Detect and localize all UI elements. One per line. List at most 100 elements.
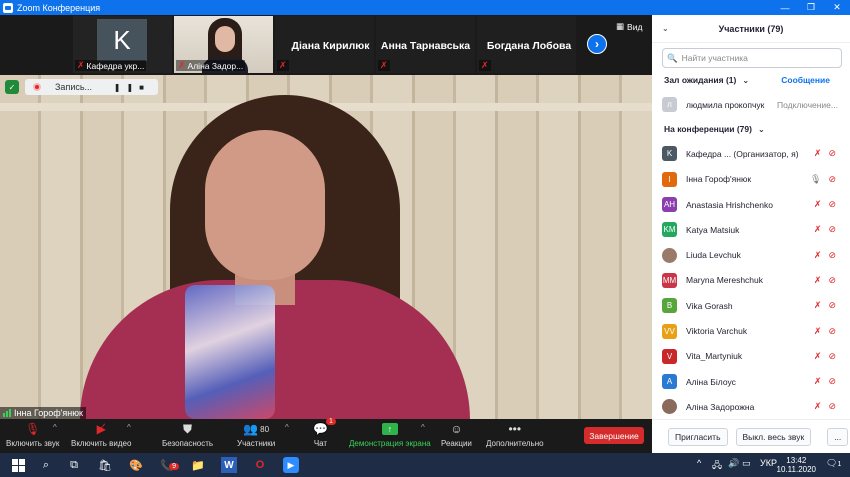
collapse-panel-icon[interactable]: ⌄ <box>662 24 669 33</box>
emoji-icon: ☺ <box>450 422 463 436</box>
list-item[interactable]: л людмила прокопчук Подключение... <box>652 92 850 117</box>
mic-muted-icon: ✗ <box>279 60 287 70</box>
next-page-button[interactable]: › <box>587 34 607 54</box>
maximize-button[interactable]: ❐ <box>798 0 824 15</box>
video-off-icon: ⊘ <box>828 224 836 235</box>
participant-name: Аліна Задорожна <box>686 401 755 412</box>
avatar: VV <box>662 323 677 339</box>
participant-row[interactable]: B Vika Gorash ✗ ⊘ <box>652 293 850 318</box>
participants-button[interactable]: 👥 80 Участники <box>237 421 275 448</box>
zoom-logo-icon <box>3 2 13 13</box>
close-button[interactable]: ✕ <box>824 0 850 15</box>
unmute-button[interactable]: 🎙 Включить звук <box>6 421 59 448</box>
video-thumb[interactable]: K ✗ Кафедра укр... <box>73 16 172 73</box>
recording-indicator: Запись... ❚❚■ <box>25 79 158 95</box>
battery-icon[interactable]: ▭ <box>742 458 751 469</box>
opera-icon[interactable]: O <box>252 457 268 473</box>
video-off-icon: ⊘ <box>828 325 836 336</box>
participant-row[interactable]: MM Maryna Mereshchuk ✗ ⊘ <box>652 268 850 293</box>
mic-muted-icon: ✗ <box>813 350 822 361</box>
video-thumb[interactable]: Діана Кирилюк ✗ <box>275 16 374 73</box>
search-icon[interactable]: ⌕ <box>38 457 54 473</box>
start-video-button[interactable]: ▶̸ Включить видео <box>71 421 131 448</box>
mic-on-icon: 🎙 <box>810 173 822 184</box>
volume-icon[interactable]: 🔊 <box>728 458 739 469</box>
network-icon[interactable]: 🖧 <box>712 458 722 474</box>
share-screen-button[interactable]: ↑ Демонстрация экрана <box>349 421 431 448</box>
participant-row[interactable]: Аліна Задорожна ✗ ⊘ <box>652 394 850 419</box>
avatar: K <box>662 146 677 162</box>
participant-row[interactable]: KM Katya Matsiuk ✗ ⊘ <box>652 217 850 242</box>
avatar: A <box>662 374 677 390</box>
participants-options-caret[interactable]: ^ <box>285 423 289 432</box>
shield-icon[interactable]: ✓ <box>5 80 19 94</box>
mic-muted-icon: ✗ <box>77 60 85 70</box>
video-off-icon: ▶̸ <box>96 422 106 436</box>
video-options-caret[interactable]: ^ <box>127 423 131 432</box>
record-icon <box>33 83 41 91</box>
mic-muted-icon: ✗ <box>813 249 822 260</box>
zoom-taskbar-icon[interactable]: ▶ <box>283 457 299 473</box>
reactions-button[interactable]: ☺ Реакции <box>441 421 472 448</box>
speaker-label: Інна Гороф'янюк <box>0 407 86 419</box>
minimize-button[interactable]: — <box>772 0 798 15</box>
audio-options-caret[interactable]: ^ <box>53 423 57 432</box>
security-button[interactable]: ⛊ Безопасность <box>162 421 213 449</box>
avatar: І <box>662 171 677 187</box>
invite-button[interactable]: Пригласить <box>668 427 728 446</box>
participant-row[interactable]: Liuda Levchuk ✗ ⊘ <box>652 242 850 267</box>
participant-name: Інна Гороф'янюк <box>686 174 752 185</box>
paint-icon[interactable]: 🎨 <box>128 457 144 473</box>
video-off-icon: ⊘ <box>828 376 836 387</box>
pause-recording-button[interactable]: ❚❚ <box>114 83 139 92</box>
chat-icon: 💬 <box>313 422 328 436</box>
participant-row[interactable]: І Інна Гороф'янюк 🎙 ⊘ <box>652 167 850 192</box>
clock[interactable]: 13:42 10.11.2020 <box>777 456 816 474</box>
more-options-button[interactable]: ... <box>827 427 849 446</box>
panel-title: Участники (79) <box>718 23 784 34</box>
title-bar: Zoom Конференция — ❐ ✕ <box>0 0 850 15</box>
notifications-icon[interactable]: 🗨1 <box>826 458 841 469</box>
store-icon[interactable]: 🛍 <box>97 457 113 473</box>
participant-row[interactable]: AH Anastasia Hrishchenko ✗ ⊘ <box>652 192 850 217</box>
waiting-room-header[interactable]: Зал ожидания (1) ⌄ Сообщение <box>652 68 850 92</box>
participant-row[interactable]: VV Viktoria Varchuk ✗ ⊘ <box>652 318 850 343</box>
participants-count: 80 <box>260 424 270 434</box>
avatar <box>662 247 677 263</box>
end-meeting-button[interactable]: Завершение <box>584 427 644 444</box>
start-button[interactable] <box>10 457 26 473</box>
video-off-icon: ⊘ <box>828 401 836 412</box>
view-button[interactable]: ▦ Вид <box>616 21 642 32</box>
mute-all-button[interactable]: Выкл. весь звук <box>735 427 812 446</box>
recording-label: Запись... <box>55 82 93 92</box>
share-options-caret[interactable]: ^ <box>421 423 425 432</box>
mic-muted-icon: ✗ <box>813 199 822 210</box>
viber-icon[interactable]: 📞 9 <box>159 457 179 473</box>
participant-row[interactable]: V Vita_Martyniuk ✗ ⊘ <box>652 344 850 369</box>
search-participant-input[interactable]: 🔍 Найти участника <box>662 48 842 68</box>
video-thumb[interactable]: ✗ Аліна Задор... <box>174 16 273 73</box>
thumb-name: Богдана Лобова <box>486 39 572 52</box>
windows-icon <box>11 458 25 472</box>
chat-badge: 1 <box>326 418 336 425</box>
word-icon[interactable]: W <box>221 457 237 473</box>
folder-icon[interactable]: 📁 <box>190 457 206 473</box>
thumb-name: Кафедра укр... <box>86 60 145 71</box>
participants-panel: ⌄ Участники (79) 🔍 Найти участника Зал о… <box>652 15 850 453</box>
mic-muted-icon: ✗ <box>813 376 822 387</box>
language-indicator[interactable]: УКР <box>760 458 777 468</box>
mic-muted-icon: ✗ <box>813 148 822 159</box>
participant-row[interactable]: A Аліна Білоус ✗ ⊘ <box>652 369 850 394</box>
video-thumb[interactable]: Анна Тарнавська ✗ <box>376 16 475 73</box>
more-button[interactable]: ••• Дополнительно <box>486 421 544 448</box>
in-meeting-header[interactable]: На конференции (79) ⌄ <box>652 117 850 141</box>
chat-button[interactable]: 💬 1 Чат <box>313 418 336 448</box>
window-title: Zoom Конференция <box>17 2 101 13</box>
stop-recording-button[interactable]: ■ <box>139 83 150 92</box>
participant-row[interactable]: K Кафедра ... (Организатор, я) ✗ ⊘ <box>652 141 850 166</box>
chevron-up-icon[interactable]: ^ <box>697 458 701 468</box>
participant-name: Viktoria Varchuk <box>686 326 748 337</box>
video-thumb[interactable]: Богдана Лобова ✗ <box>477 16 576 73</box>
task-view-icon[interactable]: ⧉ <box>66 457 82 473</box>
message-button[interactable]: Сообщение <box>781 75 830 85</box>
